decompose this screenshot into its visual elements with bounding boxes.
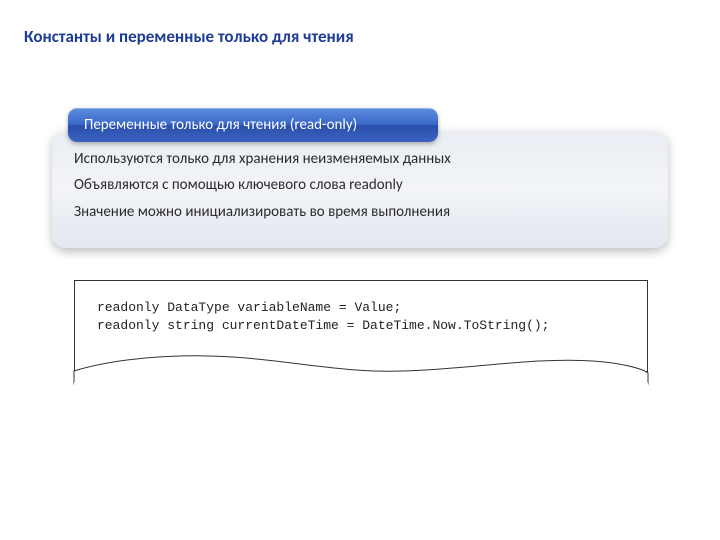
info-line-3: Значение можно инициализировать во время… <box>74 199 648 225</box>
info-line-1: Используются только для хранения неизмен… <box>74 146 648 172</box>
card-header: Переменные только для чтения (read-only) <box>68 108 438 142</box>
card-header-label: Переменные только для чтения (read-only) <box>84 116 357 134</box>
slide-title: Константы и переменные только для чтения <box>24 26 354 47</box>
code-text: readonly DataType variableName = Value; … <box>97 299 625 335</box>
info-line-2: Объявляются с помощью ключевого слова re… <box>74 172 648 198</box>
code-box: readonly DataType variableName = Value; … <box>74 280 648 372</box>
info-card: Используются только для хранения неизмен… <box>52 130 668 248</box>
